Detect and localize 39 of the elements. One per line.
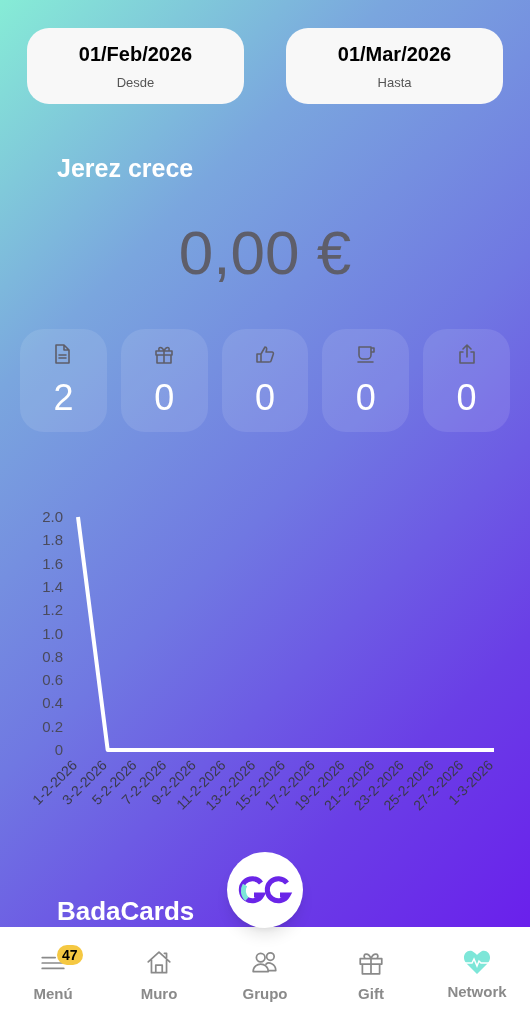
stat-card[interactable]: 0 xyxy=(221,328,309,432)
y-tick-label: 1.6 xyxy=(42,554,63,572)
stat-card[interactable]: 0 xyxy=(120,328,208,432)
date-button[interactable]: 01/Mar/2026 Hasta xyxy=(286,28,503,104)
nav-tab[interactable]: Network xyxy=(424,927,530,1024)
y-tick-label: 0.4 xyxy=(42,693,63,711)
notification-badge: 47 xyxy=(57,945,83,965)
y-tick-label: 0 xyxy=(54,740,63,758)
amount-text: 0,00 € xyxy=(177,216,353,289)
stat-value: 0 xyxy=(254,375,275,420)
nav-tab[interactable]: Muro xyxy=(106,927,212,1024)
stat-value: 2 xyxy=(53,375,74,420)
section-title: BadaCards xyxy=(57,895,195,928)
heart-pulse-icon xyxy=(463,949,491,975)
stat-value: 0 xyxy=(154,375,175,420)
home-icon xyxy=(145,949,173,977)
stat-value: 0 xyxy=(456,375,477,420)
y-tick-label: 0.6 xyxy=(42,670,63,688)
date-label: Desde xyxy=(116,74,155,93)
date-label: Hasta xyxy=(377,74,412,93)
y-tick-label: 1.4 xyxy=(42,577,63,595)
date-button[interactable]: 01/Feb/2026 Desde xyxy=(27,28,244,104)
logo-icon xyxy=(237,875,293,905)
stat-card[interactable]: 0 xyxy=(322,328,410,432)
date-value: 01/Feb/2026 xyxy=(78,42,193,68)
nav-tab[interactable]: Gift xyxy=(318,927,424,1024)
stat-card[interactable]: 0 xyxy=(423,328,510,432)
y-tick-label: 0.2 xyxy=(42,717,63,735)
y-tick-label: 1.8 xyxy=(42,530,63,548)
y-tick-label: 2.0 xyxy=(42,507,63,525)
nav-tab[interactable]: 47 Menú xyxy=(0,927,106,1024)
stat-value: 0 xyxy=(355,375,376,420)
nav-tab[interactable]: Grupo xyxy=(212,927,318,1024)
section-title: Jerez crece xyxy=(57,153,195,184)
y-tick-label: 1.0 xyxy=(42,624,63,641)
date-value: 01/Mar/2026 xyxy=(337,42,452,68)
y-tick-label: 1.2 xyxy=(42,600,63,618)
y-tick-label: 0.8 xyxy=(42,647,63,665)
stat-card[interactable]: 2 xyxy=(20,328,107,432)
